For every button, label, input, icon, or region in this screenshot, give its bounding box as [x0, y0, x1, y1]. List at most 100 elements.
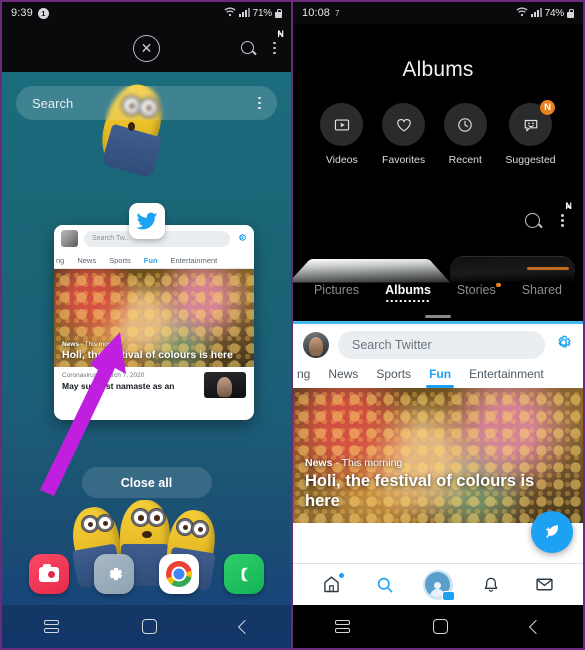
card-tweet-preview: Coronavirus · March 7, 2020 May suggest …: [54, 367, 254, 398]
card-tab-0[interactable]: ng: [56, 256, 64, 265]
album-suggested[interactable]: N Suggested: [505, 100, 556, 166]
album-recent[interactable]: Recent: [443, 103, 487, 166]
settings-app-icon[interactable]: [93, 554, 134, 594]
tab-stories-label: Stories: [456, 282, 496, 297]
right-status-bar: 10:08 7 74%: [293, 2, 583, 24]
home-icon[interactable]: [315, 568, 349, 602]
album-shortcuts: Videos Favorites Recent N Suggested: [293, 100, 583, 166]
close-all-button[interactable]: Close all: [81, 467, 212, 498]
twitter-app: Search Twitter ng News Sports Fun Entert…: [293, 312, 583, 605]
card-news-kicker: News · This morning: [62, 341, 244, 348]
search-kebab-menu-icon[interactable]: [256, 95, 263, 112]
back-icon[interactable]: [529, 619, 544, 634]
twitter-news-image[interactable]: News · This morning Holi, the festival o…: [293, 388, 583, 523]
search-icon[interactable]: [241, 41, 255, 55]
status-time: 9:39: [11, 7, 33, 19]
kebab-menu-icon[interactable]: N: [559, 201, 572, 229]
status-left-group-right: 10:08 7: [302, 7, 339, 19]
wifi-icon: [224, 6, 236, 20]
clock-icon: [443, 103, 487, 146]
left-phone-panel: 9:39 1 71% ✕ N Search Search Tw... ng Ne…: [0, 0, 292, 650]
heart-icon: [382, 103, 426, 146]
twitter-header: Search Twitter: [293, 324, 583, 366]
avatar[interactable]: [303, 332, 329, 358]
tab-pictures[interactable]: Pictures: [314, 283, 359, 302]
suggestion-bubble-icon: N: [509, 100, 556, 146]
compose-feather-icon[interactable]: [531, 511, 573, 553]
suggested-notification-badge: N: [540, 100, 556, 115]
tw-tab-fun[interactable]: Fun: [426, 367, 455, 388]
wifi-icon: [516, 6, 528, 20]
twitter-bottom-nav: [293, 563, 583, 605]
tab-albums[interactable]: Albums: [385, 283, 431, 302]
gallery-app: Albums Videos Favorites Recent N Suggest…: [293, 24, 583, 312]
avatar: [61, 230, 78, 247]
notifications-bell-icon[interactable]: [474, 568, 508, 602]
phone-app-icon[interactable]: [224, 554, 265, 594]
search-icon[interactable]: [368, 568, 402, 602]
back-icon[interactable]: [237, 619, 252, 634]
tab-stories[interactable]: Stories: [456, 282, 501, 302]
tw-tab-sports[interactable]: Sports: [376, 367, 411, 388]
twitter-news-kicker-light: · This morning: [332, 457, 403, 470]
profile-avatar-highlight: [422, 569, 455, 601]
twitter-bird-icon: [128, 203, 165, 239]
tw-tab-news[interactable]: News: [328, 367, 358, 388]
gear-icon[interactable]: [236, 232, 247, 246]
card-tab-sports[interactable]: Sports: [109, 256, 131, 265]
left-status-bar: 9:39 1 71%: [2, 2, 291, 24]
camera-app-icon[interactable]: [28, 554, 69, 594]
status-left-group: 9:39 1: [11, 7, 49, 19]
card-tweet-body: May suggest namaste as an: [62, 381, 175, 391]
gear-icon[interactable]: [554, 333, 573, 358]
screenshot-root: 9:39 1 71% ✕ N Search Search Tw... ng Ne…: [0, 0, 585, 650]
gallery-menu-badge: N: [565, 201, 572, 212]
card-tab-fun[interactable]: Fun: [144, 256, 158, 265]
kebab-menu-icon[interactable]: N: [271, 29, 284, 57]
right-nav-bar: [293, 605, 583, 648]
chrome-app-icon[interactable]: [159, 554, 200, 594]
recents-app-card-twitter[interactable]: Search Tw... ng News Sports Fun Entertai…: [54, 225, 254, 420]
card-tab-entertainment[interactable]: Entertainment: [171, 256, 218, 265]
twitter-news-kicker: News · This morning: [305, 457, 569, 469]
card-news-kicker-light: · This morning: [78, 340, 123, 348]
profile-icon[interactable]: [421, 568, 455, 602]
recents-search-bar[interactable]: Search: [16, 86, 277, 120]
battery-percent: 74%: [544, 7, 565, 19]
messages-envelope-icon[interactable]: [527, 568, 561, 602]
card-news-image: News · This morning Holi, the festival o…: [54, 269, 254, 367]
twitter-tab-strip: ng News Sports Fun Entertainment: [293, 366, 583, 388]
drag-handle[interactable]: [293, 312, 583, 321]
home-icon[interactable]: [432, 619, 448, 634]
close-circle-icon[interactable]: ✕: [133, 34, 160, 62]
search-input[interactable]: Search Twitter: [338, 331, 545, 359]
tw-tab-entertainment[interactable]: Entertainment: [469, 367, 544, 388]
album-favorites[interactable]: Favorites: [382, 103, 425, 166]
album-label: Videos: [325, 154, 358, 166]
home-dot-badge: [338, 572, 344, 578]
gallery-tab-bar: Pictures Albums Stories Shared: [293, 272, 583, 312]
card-tweet-text: Coronavirus · March 7, 2020 May suggest …: [62, 372, 198, 398]
search-placeholder: Search Twitter: [352, 338, 432, 352]
video-icon: [320, 103, 364, 146]
gallery-actions: N: [525, 201, 572, 229]
album-label: Recent: [448, 154, 482, 166]
signal-icon: [530, 7, 542, 20]
card-news-kicker-bold: News: [62, 340, 79, 348]
page-title: Albums: [402, 58, 474, 81]
tw-tab-0[interactable]: ng: [297, 367, 310, 388]
album-videos[interactable]: Videos: [320, 103, 364, 166]
home-icon[interactable]: [141, 619, 157, 634]
tab-shared[interactable]: Shared: [522, 283, 562, 302]
recents-icon[interactable]: [43, 620, 59, 633]
recents-body: Search Search Tw... ng News Sports Fun E…: [2, 72, 291, 648]
left-nav-bar: [2, 605, 291, 648]
search-icon[interactable]: [525, 212, 541, 228]
recents-icon[interactable]: [334, 620, 350, 633]
stories-dot-badge: [496, 282, 501, 287]
card-tweet-thumbnail: [204, 372, 246, 398]
card-tab-news[interactable]: News: [77, 256, 96, 265]
battery-percent: 71%: [252, 7, 273, 19]
app-dock: [2, 543, 291, 605]
lock-icon: [567, 8, 575, 18]
